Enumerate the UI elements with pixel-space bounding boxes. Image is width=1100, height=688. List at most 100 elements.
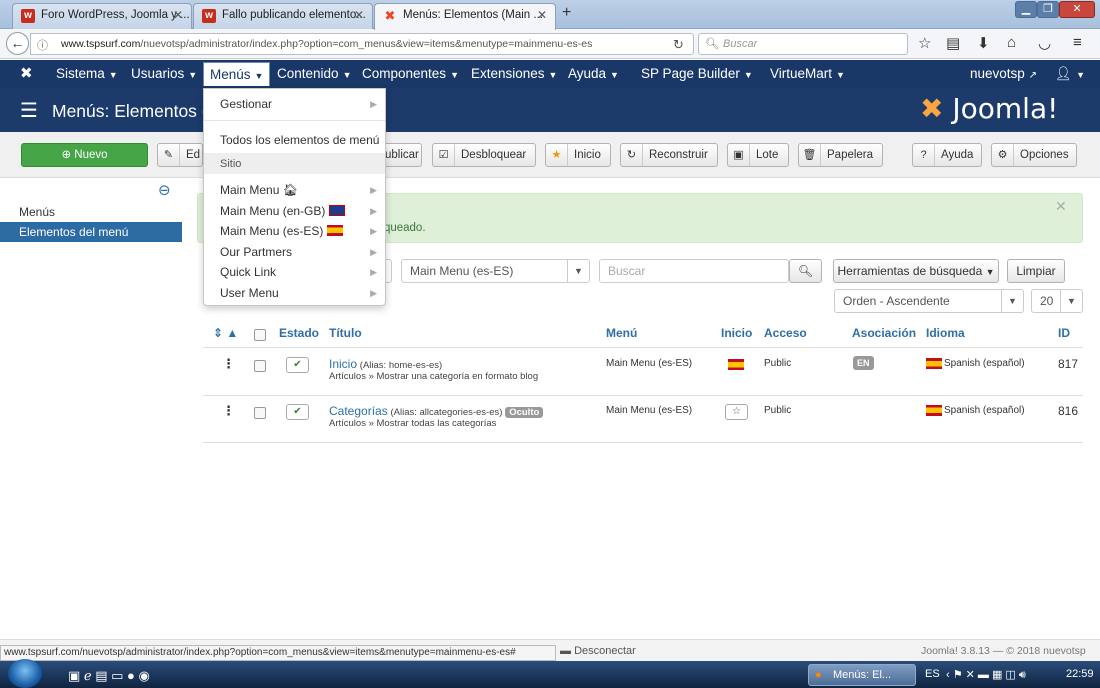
col-title[interactable]: Título [329,326,362,340]
user-menu[interactable]: 👤︎ ▼ [1055,66,1085,82]
dropdown-menu-partners[interactable]: Our Partmers [220,245,292,259]
minimize-button[interactable]: ▁ [1015,1,1037,18]
nav-virtuemart[interactable]: VirtueMart ▼ [770,66,845,81]
status-link: www.tspsurf.com/nuevotsp/administrator/i… [0,645,556,661]
col-access[interactable]: Acceso [764,326,807,340]
browser-nav-bar: ← ⓘ www.tspsurf.com/nuevotsp/administrat… [0,29,1100,59]
nav-sp-page-builder[interactable]: SP Page Builder ▼ [641,66,753,81]
dropdown-menu-en-gb[interactable]: Main Menu (en-GB) [220,204,345,218]
nav-user-site[interactable]: nuevotsp ↗ [970,66,1037,81]
edit-button[interactable]: ✎ Ed [157,143,203,167]
collapse-icon[interactable]: ⊖ [158,181,171,199]
sort-icon[interactable]: ⇕ ▲ [213,326,238,340]
url-text: www.tspsurf.com/nuevotsp/administrator/i… [61,38,593,50]
flag-es-icon [926,358,942,369]
drag-handle-icon[interactable]: ⋮ [222,403,235,419]
order-select[interactable]: Orden - Ascendente ▼ [834,289,1024,313]
taskbar-app-firefox[interactable]: ● Menús: El... [808,664,916,686]
chevron-right-icon: ▶ [370,99,377,109]
item-title-link[interactable]: Categorías [329,404,388,418]
browser-search-box[interactable]: 🔍︎ Buscar [698,33,908,55]
menu-filter-select[interactable]: Main Menu (es-ES) ▼ [401,259,590,283]
search-tools-button[interactable]: Herramientas de búsqueda ▼ [833,259,999,283]
nav-componentes[interactable]: Componentes ▼ [362,66,459,81]
nav-menus[interactable]: Menús ▼ [203,62,271,86]
search-button[interactable]: 🔍︎ [789,259,822,283]
item-title-link[interactable]: Inicio [329,357,357,371]
col-menu[interactable]: Menú [606,326,637,340]
quicklaunch-icons[interactable]: ▣ ℯ ▤ ▭ ● ◉ [68,668,150,684]
published-toggle[interactable]: ✔ [286,357,309,373]
col-home[interactable]: Inicio [721,326,752,340]
close-window-button[interactable]: ✕ [1059,1,1095,18]
limit-select[interactable]: 20 ▼ [1031,289,1083,313]
clear-button[interactable]: Limpiar [1007,259,1065,283]
close-tab-icon[interactable]: ✕ [354,4,364,26]
divider [203,395,1083,396]
home-icon[interactable]: ⌂ [1007,34,1016,51]
new-button[interactable]: ⊕ Nuevo [21,143,148,167]
dropdown-all-items[interactable]: Todos los elementos de menú [220,133,379,147]
select-all-checkbox[interactable] [254,329,266,341]
options-button[interactable]: ⚙ Opciones [991,143,1077,167]
drag-handle-icon[interactable]: ⋮ [222,356,235,372]
joomla-favicon-icon: ✖ [384,8,396,23]
bookmarks-icon[interactable]: ▤ [946,34,960,52]
nav-sistema[interactable]: Sistema ▼ [56,66,118,81]
search-input[interactable]: Buscar [599,259,789,283]
start-button[interactable] [8,659,42,688]
pocket-icon[interactable]: ◡ [1038,34,1051,52]
joomla-icon[interactable]: ✖ [20,64,33,82]
dropdown-menu-main[interactable]: Main Menu 🏠︎ [220,183,298,197]
wordpress-favicon-icon: w [202,9,216,23]
trash-button[interactable]: 🗑︎ Papelera [798,143,883,167]
close-tab-icon[interactable]: ✕ [537,4,547,26]
home-button[interactable]: ★ Inicio [545,143,611,167]
back-icon[interactable]: ← [6,32,29,55]
dropdown-manage[interactable]: Gestionar [220,97,272,111]
chevron-down-icon: ▼ [1060,290,1082,312]
set-home-button[interactable]: ☆ [725,404,748,420]
nav-contenido[interactable]: Contenido ▼ [277,66,351,81]
info-icon[interactable]: ⓘ [37,37,48,53]
unlock-button[interactable]: ☑ Desbloquear [432,143,536,167]
browser-tab[interactable]: w Foro WordPress, Joomla y ... ✕ [12,3,192,29]
tray-icons[interactable]: ‹ ⚑ ✕ ▬ ▦ ◫ 🔊︎ [946,668,1026,682]
star-icon: ★ [546,144,568,166]
col-association[interactable]: Asociación [852,326,916,340]
nav-usuarios[interactable]: Usuarios ▼ [131,66,197,81]
col-status[interactable]: Estado [279,326,319,340]
dropdown-menu-user[interactable]: User Menu [220,286,279,300]
disconnect-link[interactable]: ▬ Desconectar [560,645,636,657]
dropdown-menu-es-es[interactable]: Main Menu (es-ES) [220,224,343,238]
browser-tab[interactable]: w Fallo publicando elemento... ✕ [193,3,373,29]
star-icon[interactable]: ☆ [918,34,931,52]
language-indicator[interactable]: ES [925,668,940,680]
dropdown-menu-quick-link[interactable]: Quick Link [220,265,276,279]
close-alert-icon[interactable]: ✕ [1055,198,1067,215]
page-header: ☰ Menús: Elementos ( ✖ Joomla! [0,88,1100,132]
batch-button[interactable]: ▣ Lote [727,143,789,167]
nav-extensiones[interactable]: Extensiones ▼ [471,66,557,81]
published-toggle[interactable]: ✔ [286,404,309,420]
col-language[interactable]: Idioma [926,326,965,340]
download-icon[interactable]: ⬇ [977,34,990,52]
menu-icon[interactable]: ≡ [1073,34,1082,51]
flag-es-icon[interactable] [728,359,744,370]
maximize-button[interactable]: ❐ [1037,1,1059,18]
browser-tab-active[interactable]: ✖ Menús: Elementos (Main ... ✕ [374,3,556,30]
help-button[interactable]: ? Ayuda [912,143,982,167]
row-checkbox[interactable] [254,407,266,419]
nav-ayuda[interactable]: Ayuda ▼ [568,66,619,81]
clock[interactable]: 22:59 [1066,668,1094,680]
rebuild-button[interactable]: ↻ Reconstruir [620,143,718,167]
new-tab-button[interactable]: + [562,4,571,22]
sidebar-item-menu-items[interactable]: Elementos del menú [0,222,182,242]
close-tab-icon[interactable]: ✕ [173,4,183,26]
association-badge[interactable]: EN [853,356,874,370]
url-bar[interactable]: ⓘ www.tspsurf.com/nuevotsp/administrator… [30,33,694,55]
sidebar-item-menus[interactable]: Menús [0,202,182,222]
reload-icon[interactable]: ↻ [673,37,684,53]
row-checkbox[interactable] [254,360,266,372]
col-id[interactable]: ID [1058,326,1070,340]
